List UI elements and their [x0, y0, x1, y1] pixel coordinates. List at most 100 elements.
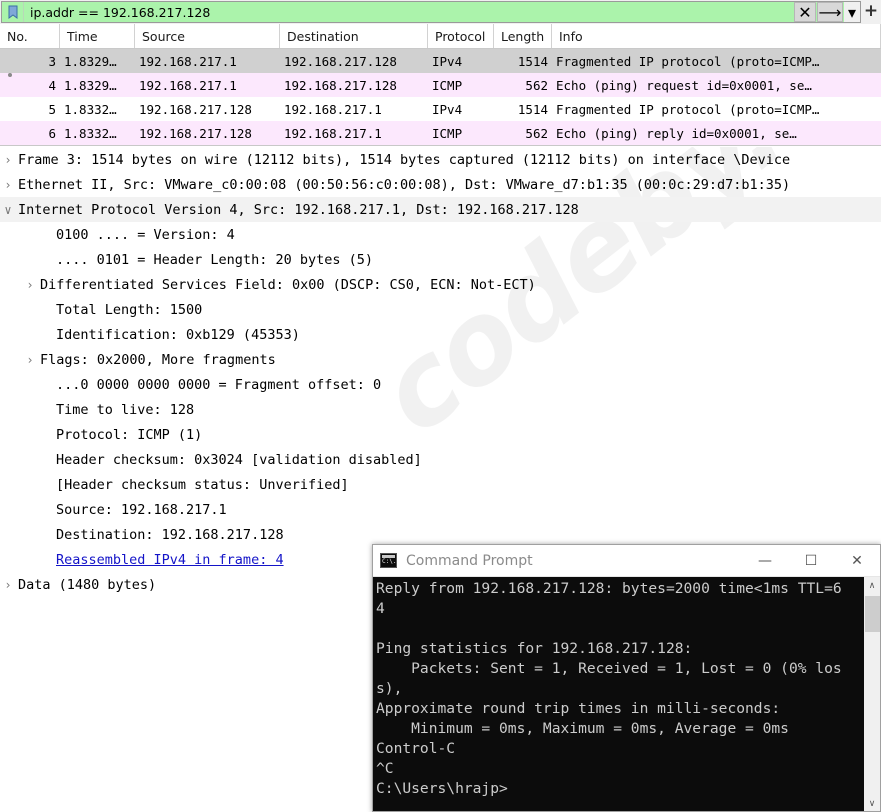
packet-cell-protocol: ICMP — [428, 121, 494, 145]
detail-tree-row[interactable]: .... 0101 = Header Length: 20 bytes (5) — [0, 247, 881, 272]
packet-cell-protocol: IPv4 — [428, 49, 494, 73]
packet-cell-time: 1.8332… — [60, 121, 135, 145]
packet-cell-info: Fragmented IP protocol (proto=ICMP… — [552, 49, 881, 73]
packet-marker-icon — [8, 73, 12, 77]
packet-row[interactable]: 41.8329…192.168.217.1192.168.217.128ICMP… — [0, 73, 881, 97]
detail-tree-label: 0100 .... = Version: 4 — [54, 227, 235, 243]
console-icon — [380, 553, 397, 568]
packet-cell-time: 1.8329… — [60, 73, 135, 97]
packet-cell-info: Fragmented IP protocol (proto=ICMP… — [552, 97, 881, 121]
packet-cell-time: 1.8332… — [60, 97, 135, 121]
detail-tree-link[interactable]: Reassembled IPv4 in frame: 4 — [54, 552, 284, 568]
column-header-protocol[interactable]: Protocol — [428, 24, 494, 48]
scroll-down-icon[interactable]: ∨ — [864, 795, 881, 812]
detail-tree-row[interactable]: ›Differentiated Services Field: 0x00 (DS… — [0, 272, 881, 297]
detail-tree-row[interactable]: 0100 .... = Version: 4 — [0, 222, 881, 247]
apply-filter-button[interactable]: ⟶ — [817, 2, 843, 22]
chevron-right-icon[interactable]: › — [22, 278, 38, 292]
detail-tree-label: Frame 3: 1514 bytes on wire (12112 bits)… — [16, 152, 790, 168]
clear-filter-button[interactable]: ✕ — [794, 2, 816, 22]
detail-tree-row[interactable]: Header checksum: 0x3024 [validation disa… — [0, 447, 881, 472]
column-header-source[interactable]: Source — [135, 24, 280, 48]
detail-tree-label: Flags: 0x2000, More fragments — [38, 352, 276, 368]
packet-list-pane[interactable]: No.TimeSourceDestinationProtocolLengthIn… — [0, 24, 881, 146]
packet-cell-info: Echo (ping) request id=0x0001, se… — [552, 73, 881, 97]
display-filter-toolbar: ip.addr == 192.168.217.128 ✕ ⟶ ▾ + — [0, 0, 881, 24]
detail-tree-label: Destination: 192.168.217.128 — [54, 527, 284, 543]
wireshark-window: ip.addr == 192.168.217.128 ✕ ⟶ ▾ + No.Ti… — [0, 0, 881, 812]
detail-tree-label: Source: 192.168.217.1 — [54, 502, 227, 518]
column-header-no[interactable]: No. — [0, 24, 60, 48]
detail-tree-row[interactable]: Source: 192.168.217.1 — [0, 497, 881, 522]
packet-cell-protocol: ICMP — [428, 73, 494, 97]
packet-cell-length: 562 — [494, 73, 552, 97]
detail-tree-label: [Header checksum status: Unverified] — [54, 477, 349, 493]
column-header-length[interactable]: Length — [494, 24, 552, 48]
command-prompt-window[interactable]: Command Prompt — ☐ ✕ Reply from 192.168.… — [372, 544, 881, 812]
packet-cell-source: 192.168.217.128 — [135, 97, 280, 121]
detail-tree-row[interactable]: ›Ethernet II, Src: VMware_c0:00:08 (00:5… — [0, 172, 881, 197]
command-prompt-title: Command Prompt — [406, 553, 742, 569]
detail-tree-row[interactable]: ›Flags: 0x2000, More fragments — [0, 347, 881, 372]
packet-list-header: No.TimeSourceDestinationProtocolLengthIn… — [0, 24, 881, 49]
display-filter-text[interactable]: ip.addr == 192.168.217.128 — [24, 5, 794, 20]
detail-tree-label: Header checksum: 0x3024 [validation disa… — [54, 452, 422, 468]
maximize-button[interactable]: ☐ — [788, 545, 834, 576]
detail-tree-row[interactable]: Total Length: 1500 — [0, 297, 881, 322]
chevron-right-icon[interactable]: › — [22, 353, 38, 367]
detail-tree-row[interactable]: ›Frame 3: 1514 bytes on wire (12112 bits… — [0, 147, 881, 172]
packet-cell-length: 562 — [494, 121, 552, 145]
scrollbar-thumb[interactable] — [865, 596, 880, 632]
packet-cell-length: 1514 — [494, 49, 552, 73]
packet-list-rows[interactable]: 31.8329…192.168.217.1192.168.217.128IPv4… — [0, 49, 881, 145]
detail-tree-row[interactable]: Protocol: ICMP (1) — [0, 422, 881, 447]
packet-cell-source: 192.168.217.128 — [135, 121, 280, 145]
chevron-down-icon[interactable]: ▾ — [844, 2, 860, 22]
chevron-down-icon[interactable]: ∨ — [0, 203, 16, 217]
packet-cell-destination: 192.168.217.1 — [280, 97, 428, 121]
packet-cell-no: 6 — [0, 121, 60, 145]
detail-tree-label: Protocol: ICMP (1) — [54, 427, 202, 443]
column-header-destination[interactable]: Destination — [280, 24, 428, 48]
detail-tree-label: Internet Protocol Version 4, Src: 192.16… — [16, 202, 579, 218]
detail-tree-label: Data (1480 bytes) — [16, 577, 156, 593]
detail-tree-row[interactable]: ∨Internet Protocol Version 4, Src: 192.1… — [0, 197, 881, 222]
detail-tree-label: Differentiated Services Field: 0x00 (DSC… — [38, 277, 536, 293]
packet-cell-source: 192.168.217.1 — [135, 73, 280, 97]
packet-cell-length: 1514 — [494, 97, 552, 121]
command-prompt-titlebar[interactable]: Command Prompt — ☐ ✕ — [373, 545, 880, 577]
column-header-info[interactable]: Info — [552, 24, 881, 48]
detail-tree-row[interactable]: ...0 0000 0000 0000 = Fragment offset: 0 — [0, 372, 881, 397]
bookmark-icon[interactable] — [2, 2, 24, 22]
packet-cell-time: 1.8329… — [60, 49, 135, 73]
packet-row[interactable]: 51.8332…192.168.217.128192.168.217.1IPv4… — [0, 97, 881, 121]
detail-tree-label: Identification: 0xb129 (45353) — [54, 327, 300, 343]
packet-cell-info: Echo (ping) reply id=0x0001, se… — [552, 121, 881, 145]
detail-tree-row[interactable]: [Header checksum status: Unverified] — [0, 472, 881, 497]
close-button[interactable]: ✕ — [834, 545, 880, 576]
console-scrollbar[interactable]: ∧ ∨ — [863, 577, 880, 812]
packet-cell-destination: 192.168.217.1 — [280, 121, 428, 145]
add-filter-button[interactable]: + — [861, 0, 881, 22]
detail-tree-label: .... 0101 = Header Length: 20 bytes (5) — [54, 252, 373, 268]
packet-row[interactable]: 61.8332…192.168.217.128192.168.217.1ICMP… — [0, 121, 881, 145]
packet-detail-tree[interactable]: ›Frame 3: 1514 bytes on wire (12112 bits… — [0, 147, 881, 597]
detail-tree-row[interactable]: Time to live: 128 — [0, 397, 881, 422]
scroll-up-icon[interactable]: ∧ — [864, 577, 881, 594]
chevron-right-icon[interactable]: › — [0, 178, 16, 192]
detail-tree-label: Time to live: 128 — [54, 402, 194, 418]
packet-row[interactable]: 31.8329…192.168.217.1192.168.217.128IPv4… — [0, 49, 881, 73]
packet-cell-no: 5 — [0, 97, 60, 121]
packet-cell-no: 3 — [0, 49, 60, 73]
chevron-right-icon[interactable]: › — [0, 578, 16, 592]
chevron-right-icon[interactable]: › — [0, 153, 16, 167]
display-filter-input[interactable]: ip.addr == 192.168.217.128 ✕ ⟶ ▾ — [1, 1, 861, 23]
minimize-button[interactable]: — — [742, 545, 788, 576]
packet-cell-source: 192.168.217.1 — [135, 49, 280, 73]
detail-tree-label: Total Length: 1500 — [54, 302, 202, 318]
detail-tree-label: ...0 0000 0000 0000 = Fragment offset: 0 — [54, 377, 381, 393]
detail-tree-label: Ethernet II, Src: VMware_c0:00:08 (00:50… — [16, 177, 790, 193]
column-header-time[interactable]: Time — [60, 24, 135, 48]
console-output[interactable]: Reply from 192.168.217.128: bytes=2000 t… — [373, 577, 880, 812]
detail-tree-row[interactable]: Identification: 0xb129 (45353) — [0, 322, 881, 347]
